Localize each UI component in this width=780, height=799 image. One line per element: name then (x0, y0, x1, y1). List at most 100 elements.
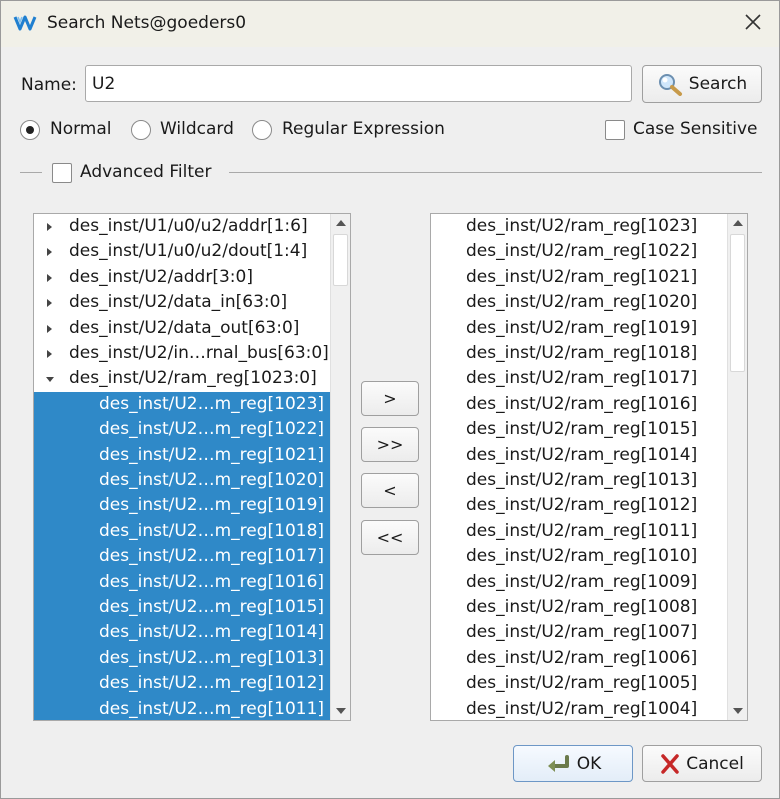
left-scroll-up-button[interactable] (331, 214, 350, 232)
list-item[interactable]: des_inst/U2/ram_reg[1021] (431, 265, 728, 290)
tree-child-row[interactable]: des_inst/U2…m_reg[1018] (34, 518, 331, 545)
tree-child-row[interactable]: des_inst/U2…m_reg[1020] (34, 468, 331, 494)
list-item[interactable]: des_inst/U2/ram_reg[1009] (431, 570, 728, 595)
tree-child-label: des_inst/U2…m_reg[1017] (99, 546, 325, 567)
name-input[interactable] (85, 65, 632, 102)
tree-child-row[interactable]: des_inst/U2…m_reg[1017] (34, 544, 331, 570)
cancel-button[interactable]: Cancel (642, 745, 762, 782)
tree-child-row[interactable]: des_inst/U2…m_reg[1016] (34, 569, 331, 595)
collapsed-arrow-icon[interactable] (47, 223, 52, 231)
ok-check-icon (545, 753, 571, 775)
left-scroll-down-button[interactable] (331, 702, 350, 720)
remove-all-button[interactable]: << (361, 520, 419, 555)
tree-group-row[interactable]: des_inst/U1/u0/u2/dout[1:4] (34, 239, 331, 264)
list-item-label: des_inst/U2/ram_reg[1004] (466, 698, 698, 719)
expanded-arrow-icon[interactable] (46, 377, 54, 383)
tree-child-label: des_inst/U2…m_reg[1019] (99, 495, 325, 516)
right-scroll-thumb[interactable] (730, 234, 745, 372)
search-button[interactable]: Search (642, 65, 762, 103)
tree-child-label: des_inst/U2…m_reg[1013] (99, 647, 325, 668)
tree-group-label: des_inst/U2/ram_reg[1023:0] (69, 368, 317, 389)
close-button[interactable] (735, 7, 771, 41)
add-all-button[interactable]: >> (361, 427, 419, 462)
tree-group-label: des_inst/U2/addr[3:0] (69, 266, 253, 287)
list-item-label: des_inst/U2/ram_reg[1015] (466, 419, 698, 440)
tree-group-row[interactable]: des_inst/U2/data_out[63:0] (34, 316, 331, 341)
collapsed-arrow-icon[interactable] (47, 299, 52, 308)
list-item[interactable]: des_inst/U2/ram_reg[1018] (431, 341, 728, 366)
advanced-filter-label: Advanced Filter (80, 162, 212, 182)
tree-child-label: des_inst/U2…m_reg[1021] (99, 444, 325, 465)
list-item[interactable]: des_inst/U2/ram_reg[1019] (431, 316, 728, 341)
tree-child-label: des_inst/U2…m_reg[1016] (99, 571, 325, 592)
normal-radio[interactable] (20, 120, 40, 140)
tree-group-label: des_inst/U1/u0/u2/dout[1:4] (69, 241, 308, 262)
regex-radio[interactable] (252, 120, 272, 140)
list-item-label: des_inst/U2/ram_reg[1005] (466, 673, 698, 694)
ok-button-label: OK (576, 753, 602, 774)
tree-child-row[interactable]: des_inst/U2…m_reg[1012] (34, 671, 331, 697)
list-item[interactable]: des_inst/U2/ram_reg[1005] (431, 671, 728, 696)
wildcard-radio[interactable] (131, 120, 151, 140)
tree-child-label: des_inst/U2…m_reg[1023] (99, 393, 325, 414)
list-item[interactable]: des_inst/U2/ram_reg[1020] (431, 290, 728, 315)
case-sensitive-label: Case Sensitive (633, 119, 758, 139)
list-item[interactable]: des_inst/U2/ram_reg[1013] (431, 468, 728, 493)
list-item[interactable]: des_inst/U2/ram_reg[1014] (431, 443, 728, 468)
tree-group-row[interactable]: des_inst/U2/in…rnal_bus[63:0] (34, 341, 331, 366)
list-item[interactable]: des_inst/U2/ram_reg[1008] (431, 595, 728, 620)
list-item[interactable]: des_inst/U2/ram_reg[1011] (431, 519, 728, 544)
tree-child-row[interactable]: des_inst/U2…m_reg[1021] (34, 442, 331, 468)
list-item[interactable]: des_inst/U2/ram_reg[1016] (431, 392, 728, 417)
tree-child-row[interactable]: des_inst/U2…m_reg[1015] (34, 595, 331, 621)
list-item[interactable]: des_inst/U2/ram_reg[1023] (431, 214, 728, 239)
tree-group-row[interactable]: des_inst/U2/ram_reg[1023:0] (34, 366, 331, 391)
tree-child-label: des_inst/U2…m_reg[1018] (99, 520, 325, 541)
collapsed-arrow-icon[interactable] (47, 350, 52, 358)
tree-group-row[interactable]: des_inst/U2/data_in[63:0] (34, 290, 331, 315)
search-icon (657, 72, 683, 96)
tree-child-row[interactable]: des_inst/U2…m_reg[1013] (34, 645, 331, 672)
tree-group-label: des_inst/U2/data_in[63:0] (69, 292, 288, 313)
add-selected-button[interactable]: > (361, 381, 419, 416)
list-item[interactable]: des_inst/U2/ram_reg[1022] (431, 239, 728, 264)
remove-selected-button[interactable]: < (361, 473, 419, 508)
tree-group-label: des_inst/U2/data_out[63:0] (69, 317, 300, 338)
tree-child-row[interactable]: des_inst/U2…m_reg[1014] (34, 620, 331, 646)
tree-child-row[interactable]: des_inst/U2…m_reg[1011] (34, 696, 331, 720)
list-item-label: des_inst/U2/ram_reg[1014] (466, 444, 698, 465)
right-scroll-up-button[interactable] (728, 214, 747, 232)
tree-group-row[interactable]: des_inst/U2/addr[3:0] (34, 265, 331, 290)
tree-child-row[interactable]: des_inst/U2…m_reg[1019] (34, 493, 331, 519)
list-item[interactable]: des_inst/U2/ram_reg[1017] (431, 366, 728, 391)
wildcard-radio-label: Wildcard (160, 119, 234, 139)
collapsed-arrow-icon[interactable] (47, 273, 52, 282)
left-scrollbar[interactable] (330, 214, 350, 720)
right-scrollbar[interactable] (727, 214, 747, 720)
list-item[interactable]: des_inst/U2/ram_reg[1015] (431, 417, 728, 442)
list-item-label: des_inst/U2/ram_reg[1017] (466, 368, 698, 389)
normal-radio-label: Normal (50, 119, 112, 139)
list-item-label: des_inst/U2/ram_reg[1006] (466, 647, 698, 668)
collapsed-arrow-icon[interactable] (47, 324, 52, 333)
selected-nets-list[interactable]: des_inst/U2/ram_reg[1023] des_inst/U2/ram… (430, 213, 748, 721)
cancel-button-label: Cancel (686, 753, 744, 774)
list-item[interactable]: des_inst/U2/ram_reg[1006] (431, 646, 728, 671)
list-item[interactable]: des_inst/U2/ram_reg[1010] (431, 544, 728, 569)
tree-group-row[interactable]: des_inst/U1/u0/u2/addr[1:6] (34, 214, 331, 239)
list-item[interactable]: des_inst/U2/ram_reg[1007] (431, 620, 728, 645)
list-item-label: des_inst/U2/ram_reg[1018] (466, 343, 698, 363)
left-scroll-thumb[interactable] (333, 234, 348, 286)
list-item[interactable]: des_inst/U2/ram_reg[1012] (431, 493, 728, 518)
available-nets-tree[interactable]: des_inst/U1/u0/u2/addr[1:6] des_inst/U1/u… (33, 213, 351, 721)
case-sensitive-checkbox[interactable] (605, 120, 625, 140)
list-item[interactable]: des_inst/U2/ram_reg[1004] (431, 697, 728, 720)
tree-child-row[interactable]: des_inst/U2…m_reg[1023] (34, 391, 331, 418)
ok-button[interactable]: OK (513, 745, 633, 782)
app-logo-icon (13, 13, 37, 35)
advanced-filter-checkbox[interactable] (52, 163, 72, 183)
collapsed-arrow-icon[interactable] (47, 248, 52, 257)
tree-child-label: des_inst/U2…m_reg[1011] (99, 698, 325, 719)
tree-child-row[interactable]: des_inst/U2…m_reg[1022] (34, 417, 331, 443)
right-scroll-down-button[interactable] (728, 702, 747, 720)
